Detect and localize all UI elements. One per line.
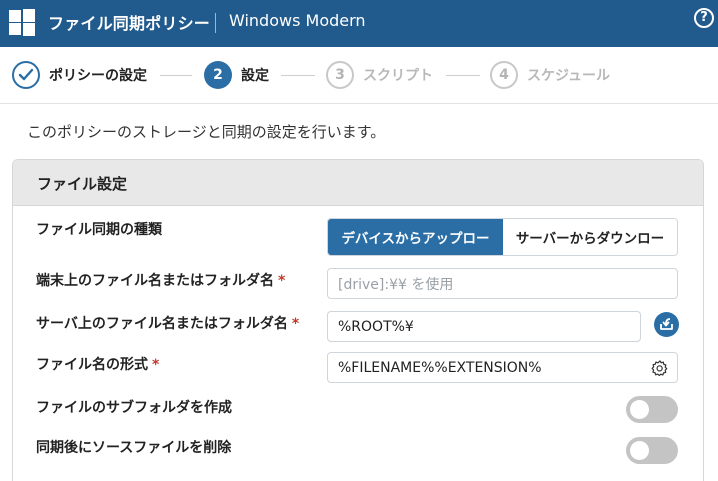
required-marker: * — [278, 273, 286, 289]
device-path-label: 端末上のファイル名またはフォルダ名 * — [36, 270, 285, 290]
toggle-knob — [630, 441, 649, 460]
create-subfolder-label: ファイルのサブフォルダを作成 — [36, 400, 232, 416]
step-label: スクリプト — [363, 68, 433, 84]
sync-type-label: ファイル同期の種類 — [36, 222, 162, 238]
step-connector — [281, 75, 315, 76]
step-settings[interactable]: 2 設定 — [204, 61, 269, 89]
step-policy-settings[interactable]: ポリシーの設定 — [12, 61, 147, 89]
step-number: 3 — [326, 61, 354, 89]
server-path-field[interactable]: %ROOT%¥ — [327, 311, 641, 342]
header-divider — [215, 13, 216, 33]
delete-source-toggle[interactable] — [626, 437, 678, 464]
required-marker: * — [291, 316, 300, 332]
create-subfolder-toggle[interactable] — [626, 396, 678, 423]
check-icon — [12, 61, 40, 89]
import-icon[interactable] — [654, 312, 679, 337]
step-label: 設定 — [241, 68, 269, 84]
platform-name: Windows Modern — [229, 11, 366, 30]
server-path-value: %ROOT%¥ — [338, 318, 414, 335]
page-title: ファイル同期ポリシー — [48, 14, 211, 33]
filename-format-field[interactable]: %FILENAME%%EXTENSION% — [327, 352, 678, 383]
server-path-label: サーバ上のファイル名またはフォルダ名 * — [36, 313, 299, 333]
filename-format-value: %FILENAME%%EXTENSION% — [338, 359, 542, 376]
device-path-field[interactable]: [drive]:¥¥ を使用 — [327, 268, 678, 299]
download-from-server-option[interactable]: サーバーからダウンロー — [503, 219, 677, 255]
step-connector — [446, 75, 480, 76]
upload-from-device-option[interactable]: デバイスからアップロー — [328, 219, 503, 255]
step-number: 4 — [490, 61, 518, 89]
step-connector — [160, 75, 192, 76]
card-header: ファイル設定 — [13, 160, 703, 206]
toggle-knob — [630, 400, 649, 419]
step-label: ポリシーの設定 — [49, 68, 147, 84]
step-number: 2 — [204, 61, 232, 89]
windows-logo-icon — [9, 9, 35, 36]
field-label-text: 端末上のファイル名またはフォルダ名 — [36, 273, 274, 289]
delete-source-label: 同期後にソースファイルを削除 — [36, 440, 232, 456]
step-script[interactable]: 3 スクリプト — [326, 61, 433, 89]
step-label: スケジュール — [527, 68, 611, 84]
section-title: ファイル設定 — [37, 175, 128, 193]
required-marker: * — [152, 357, 160, 373]
step-schedule[interactable]: 4 スケジュール — [490, 61, 610, 89]
device-path-placeholder: [drive]:¥¥ を使用 — [338, 276, 454, 293]
field-label-text: サーバ上のファイル名またはフォルダ名 — [36, 316, 288, 332]
field-label-text: ファイル名の形式 — [36, 357, 148, 373]
app-header: ファイル同期ポリシー Windows Modern ? — [0, 0, 718, 47]
help-icon[interactable]: ? — [694, 8, 714, 28]
sync-type-toggle: デバイスからアップロー サーバーからダウンロー — [327, 218, 678, 256]
gear-icon[interactable] — [651, 359, 669, 377]
page-description: このポリシーのストレージと同期の設定を行います。 — [27, 123, 386, 141]
filename-format-label: ファイル名の形式 * — [36, 354, 159, 374]
